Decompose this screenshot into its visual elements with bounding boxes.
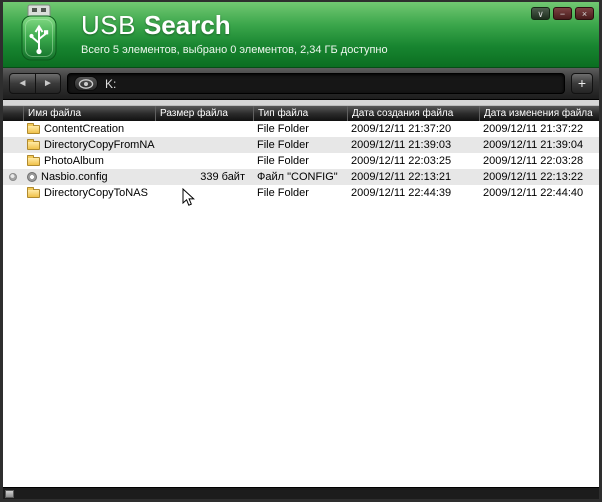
file-size-cell: 339 байт bbox=[200, 171, 245, 183]
file-name-cell[interactable]: DirectoryCopyToNAS bbox=[23, 185, 155, 201]
table-row[interactable]: DirectoryCopyFromNA File Folder 2009/12/11… bbox=[3, 137, 599, 153]
forward-button[interactable]: ► bbox=[35, 74, 60, 93]
column-header[interactable]: Дата создания файла bbox=[347, 106, 479, 121]
status-marker-icon bbox=[9, 173, 17, 181]
file-size-cell bbox=[155, 121, 253, 137]
file-name-label: ContentCreation bbox=[44, 123, 125, 135]
minimize-button[interactable]: − bbox=[553, 7, 572, 20]
table-row[interactable]: Nasbio.config 339 байт Файл "CONFIG" 2009/1… bbox=[3, 169, 599, 185]
file-size-cell bbox=[155, 153, 253, 169]
column-header[interactable]: Дата изменения файла bbox=[479, 106, 599, 121]
row-marker-cell bbox=[3, 185, 23, 201]
file-name-label: Nasbio.config bbox=[41, 171, 108, 183]
row-marker-cell bbox=[3, 121, 23, 137]
path-label: K: bbox=[105, 76, 117, 91]
file-name-label: DirectoryCopyToNAS bbox=[44, 187, 148, 199]
window-controls: ∨ − × bbox=[531, 7, 594, 20]
file-table-header: Имя файла Размер файла Тип файла Дата созда… bbox=[3, 106, 599, 121]
file-modified-cell: 2009/12/11 22:13:22 bbox=[483, 171, 584, 183]
file-modified-cell: 2009/12/11 21:37:22 bbox=[483, 123, 584, 135]
folder-icon bbox=[27, 187, 40, 198]
file-size-cell bbox=[155, 137, 253, 153]
file-type-cell: Файл "CONFIG" bbox=[257, 171, 338, 183]
table-row[interactable]: ContentCreation File Folder 2009/12/11 21:… bbox=[3, 121, 599, 137]
title-usb: USB bbox=[81, 10, 136, 40]
file-name-cell[interactable]: DirectoryCopyFromNA bbox=[23, 137, 155, 153]
file-type-cell: File Folder bbox=[257, 187, 309, 199]
title-bar[interactable]: USB Search Всего 5 элементов, выбрано 0 э… bbox=[3, 2, 599, 68]
file-name-cell[interactable]: ContentCreation bbox=[23, 121, 155, 137]
file-modified-cell: 2009/12/11 21:39:04 bbox=[483, 139, 584, 151]
file-type-cell: File Folder bbox=[257, 155, 309, 167]
folder-icon bbox=[27, 139, 40, 150]
add-button[interactable]: + bbox=[571, 73, 593, 94]
dropdown-button[interactable]: ∨ bbox=[531, 7, 550, 20]
file-modified-cell: 2009/12/11 22:03:28 bbox=[483, 155, 584, 167]
file-modified-cell: 2009/12/11 22:44:40 bbox=[483, 187, 584, 199]
file-created-cell: 2009/12/11 21:39:03 bbox=[351, 139, 452, 151]
column-header-marker bbox=[3, 106, 23, 121]
column-header[interactable]: Имя файла bbox=[23, 106, 155, 121]
file-created-cell: 2009/12/11 22:13:21 bbox=[351, 171, 452, 183]
config-file-icon bbox=[27, 172, 37, 182]
file-name-label: PhotoAlbum bbox=[44, 155, 104, 167]
status-summary: Всего 5 элементов, выбрано 0 элементов, … bbox=[81, 44, 388, 56]
navigation-toolbar: ◄ ► K: + bbox=[3, 68, 599, 100]
table-row[interactable]: PhotoAlbum File Folder 2009/12/11 22:03:25… bbox=[3, 153, 599, 169]
close-button[interactable]: × bbox=[575, 7, 594, 20]
path-field[interactable]: K: bbox=[67, 73, 565, 94]
column-header[interactable]: Размер файла bbox=[155, 106, 253, 121]
file-created-cell: 2009/12/11 22:44:39 bbox=[351, 187, 452, 199]
column-header[interactable]: Тип файла bbox=[253, 106, 347, 121]
folder-icon bbox=[27, 155, 40, 166]
file-name-label: DirectoryCopyFromNA bbox=[44, 139, 155, 151]
file-table-body: ContentCreation File Folder 2009/12/11 21:… bbox=[3, 121, 599, 201]
app-window: USB Search Всего 5 элементов, выбрано 0 э… bbox=[0, 0, 602, 502]
file-created-cell: 2009/12/11 22:03:25 bbox=[351, 155, 452, 167]
file-type-cell: File Folder bbox=[257, 123, 309, 135]
folder-icon bbox=[27, 123, 40, 134]
usb-drive-icon bbox=[21, 4, 57, 61]
file-type-cell: File Folder bbox=[257, 139, 309, 151]
window-title: USB Search bbox=[81, 10, 388, 40]
title-search: Search bbox=[143, 10, 231, 40]
back-button[interactable]: ◄ bbox=[10, 74, 35, 93]
view-eye-button[interactable] bbox=[74, 76, 98, 91]
file-name-cell[interactable]: PhotoAlbum bbox=[23, 153, 155, 169]
file-created-cell: 2009/12/11 21:37:20 bbox=[351, 123, 452, 135]
eye-icon bbox=[78, 78, 94, 89]
row-marker-cell bbox=[3, 169, 23, 185]
row-marker-cell bbox=[3, 153, 23, 169]
row-marker-cell bbox=[3, 137, 23, 153]
resize-grip[interactable] bbox=[5, 489, 14, 498]
file-size-cell bbox=[155, 185, 253, 201]
empty-area[interactable] bbox=[3, 201, 599, 487]
table-row[interactable]: DirectoryCopyToNAS File Folder 2009/12/11 … bbox=[3, 185, 599, 201]
file-name-cell[interactable]: Nasbio.config bbox=[23, 169, 155, 185]
bottom-bar bbox=[3, 487, 599, 499]
nav-button-group: ◄ ► bbox=[9, 73, 61, 94]
